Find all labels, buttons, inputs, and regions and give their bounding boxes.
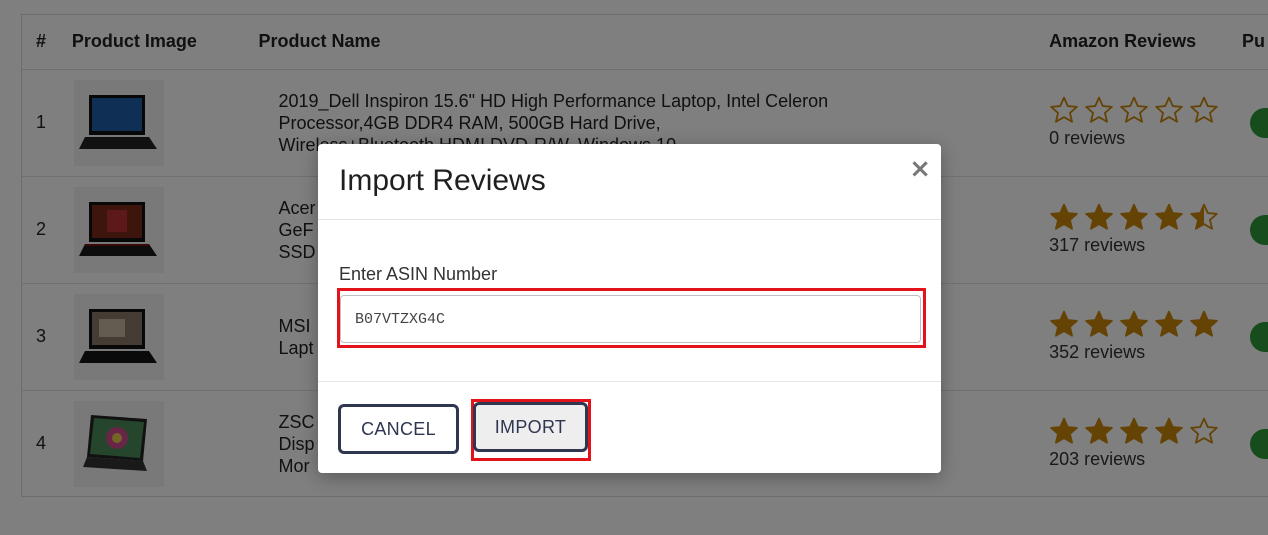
modal-footer: CANCEL IMPORT <box>318 382 941 472</box>
import-button[interactable]: IMPORT <box>473 402 588 452</box>
asin-field-label: Enter ASIN Number <box>339 264 498 284</box>
asin-input[interactable] <box>340 295 921 343</box>
modal-header: Import Reviews × <box>318 144 941 220</box>
cancel-button[interactable]: CANCEL <box>338 404 459 454</box>
import-reviews-modal: Import Reviews × Enter ASIN Number CANCE… <box>318 144 941 473</box>
modal-title: Import Reviews <box>339 164 546 197</box>
close-icon[interactable]: × <box>909 156 931 182</box>
